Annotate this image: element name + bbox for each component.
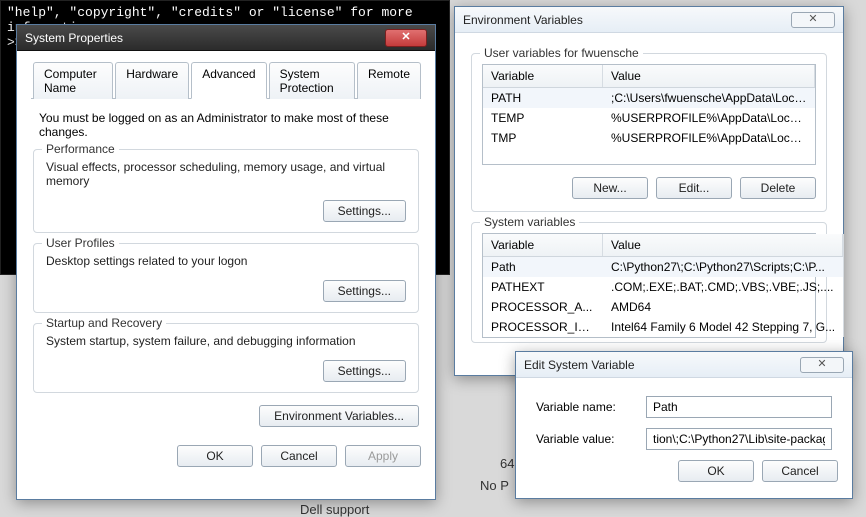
list-item[interactable]: Path C:\Python27\;C:\Python27\Scripts;C:…: [483, 257, 843, 277]
system-variables-list[interactable]: Variable Value Path C:\Python27\;C:\Pyth…: [482, 233, 816, 338]
group-title: User variables for fwuensche: [480, 46, 643, 60]
list-item[interactable]: TMP %USERPROFILE%\AppData\Local\Temp: [483, 128, 815, 148]
titlebar[interactable]: Environment Variables ✕: [455, 7, 843, 33]
variable-name-label: Variable name:: [536, 400, 636, 414]
tabs: Computer Name Hardware Advanced System P…: [31, 61, 421, 99]
close-icon[interactable]: ✕: [385, 29, 427, 47]
cancel-button[interactable]: Cancel: [762, 460, 838, 482]
window-title: Edit System Variable: [524, 358, 635, 372]
user-variables-list[interactable]: Variable Value PATH ;C:\Users\fwuensche\…: [482, 64, 816, 165]
tab-hardware[interactable]: Hardware: [115, 62, 189, 99]
environment-variables-window: Environment Variables ✕ User variables f…: [454, 6, 844, 376]
group-title: Startup and Recovery: [42, 316, 166, 330]
cell-value: ;C:\Users\fwuensche\AppData\Local\C...: [603, 88, 815, 108]
variable-name-input[interactable]: [646, 396, 832, 418]
variable-value-label: Variable value:: [536, 432, 636, 446]
titlebar[interactable]: Edit System Variable ✕: [516, 352, 852, 378]
cell-value: C:\Python27\;C:\Python27\Scripts;C:\P...: [603, 257, 843, 277]
user-delete-button[interactable]: Delete: [740, 177, 816, 199]
list-item[interactable]: PATH ;C:\Users\fwuensche\AppData\Local\C…: [483, 88, 815, 108]
close-icon[interactable]: ✕: [791, 12, 835, 28]
list-empty-row: [483, 148, 815, 164]
list-item[interactable]: TEMP %USERPROFILE%\AppData\Local\Temp: [483, 108, 815, 128]
group-title: System variables: [480, 215, 579, 229]
tab-advanced[interactable]: Advanced: [191, 62, 266, 99]
group-user-variables: User variables for fwuensche Variable Va…: [471, 53, 827, 212]
group-title: User Profiles: [42, 236, 119, 250]
profiles-settings-button[interactable]: Settings...: [323, 280, 406, 302]
group-desc: Visual effects, processor scheduling, me…: [46, 160, 406, 188]
user-edit-button[interactable]: Edit...: [656, 177, 732, 199]
close-icon[interactable]: ✕: [800, 357, 844, 373]
group-desc: Desktop settings related to your logon: [46, 254, 406, 268]
startup-settings-button[interactable]: Settings...: [323, 360, 406, 382]
edit-system-variable-window: Edit System Variable ✕ Variable name: Va…: [515, 351, 853, 499]
list-item[interactable]: PATHEXT .COM;.EXE;.BAT;.CMD;.VBS;.VBE;.J…: [483, 277, 843, 297]
col-header-value[interactable]: Value: [603, 234, 843, 256]
bg-text: Dell support: [300, 502, 369, 517]
tab-computer-name[interactable]: Computer Name: [33, 62, 113, 99]
system-properties-window: System Properties ✕ Computer Name Hardwa…: [16, 24, 436, 500]
cell-value: AMD64: [603, 297, 843, 317]
cell-value: Intel64 Family 6 Model 42 Stepping 7, G.…: [603, 317, 843, 337]
scrollbar[interactable]: [843, 234, 844, 337]
bg-text: No P: [480, 478, 509, 493]
user-new-button[interactable]: New...: [572, 177, 648, 199]
tab-system-protection[interactable]: System Protection: [269, 62, 355, 99]
ok-button[interactable]: OK: [678, 460, 754, 482]
col-header-variable[interactable]: Variable: [483, 65, 603, 87]
col-header-value[interactable]: Value: [603, 65, 815, 87]
cancel-button[interactable]: Cancel: [261, 445, 337, 467]
cell-name: PROCESSOR_A...: [483, 297, 603, 317]
list-item[interactable]: PROCESSOR_ID... Intel64 Family 6 Model 4…: [483, 317, 843, 337]
cell-value: %USERPROFILE%\AppData\Local\Temp: [603, 108, 815, 128]
ok-button[interactable]: OK: [177, 445, 253, 467]
cell-value: %USERPROFILE%\AppData\Local\Temp: [603, 128, 815, 148]
cell-name: PROCESSOR_ID...: [483, 317, 603, 337]
window-title: Environment Variables: [463, 13, 583, 27]
cell-name: TEMP: [483, 108, 603, 128]
apply-button[interactable]: Apply: [345, 445, 421, 467]
cell-name: Path: [483, 257, 603, 277]
admin-caption: You must be logged on as an Administrato…: [39, 111, 417, 139]
cell-name: PATH: [483, 88, 603, 108]
cell-value: .COM;.EXE;.BAT;.CMD;.VBS;.VBE;.JS;....: [603, 277, 843, 297]
tab-remote[interactable]: Remote: [357, 62, 421, 99]
cell-name: TMP: [483, 128, 603, 148]
variable-value-input[interactable]: [646, 428, 832, 450]
group-user-profiles: User Profiles Desktop settings related t…: [33, 243, 419, 313]
window-title: System Properties: [25, 31, 123, 45]
cell-name: PATHEXT: [483, 277, 603, 297]
group-performance: Performance Visual effects, processor sc…: [33, 149, 419, 233]
group-system-variables: System variables Variable Value Path C:\…: [471, 222, 827, 343]
group-title: Performance: [42, 142, 119, 156]
list-item[interactable]: PROCESSOR_A... AMD64: [483, 297, 843, 317]
group-desc: System startup, system failure, and debu…: [46, 334, 406, 348]
environment-variables-button[interactable]: Environment Variables...: [259, 405, 419, 427]
titlebar[interactable]: System Properties ✕: [17, 25, 435, 51]
performance-settings-button[interactable]: Settings...: [323, 200, 406, 222]
col-header-variable[interactable]: Variable: [483, 234, 603, 256]
group-startup-recovery: Startup and Recovery System startup, sys…: [33, 323, 419, 393]
